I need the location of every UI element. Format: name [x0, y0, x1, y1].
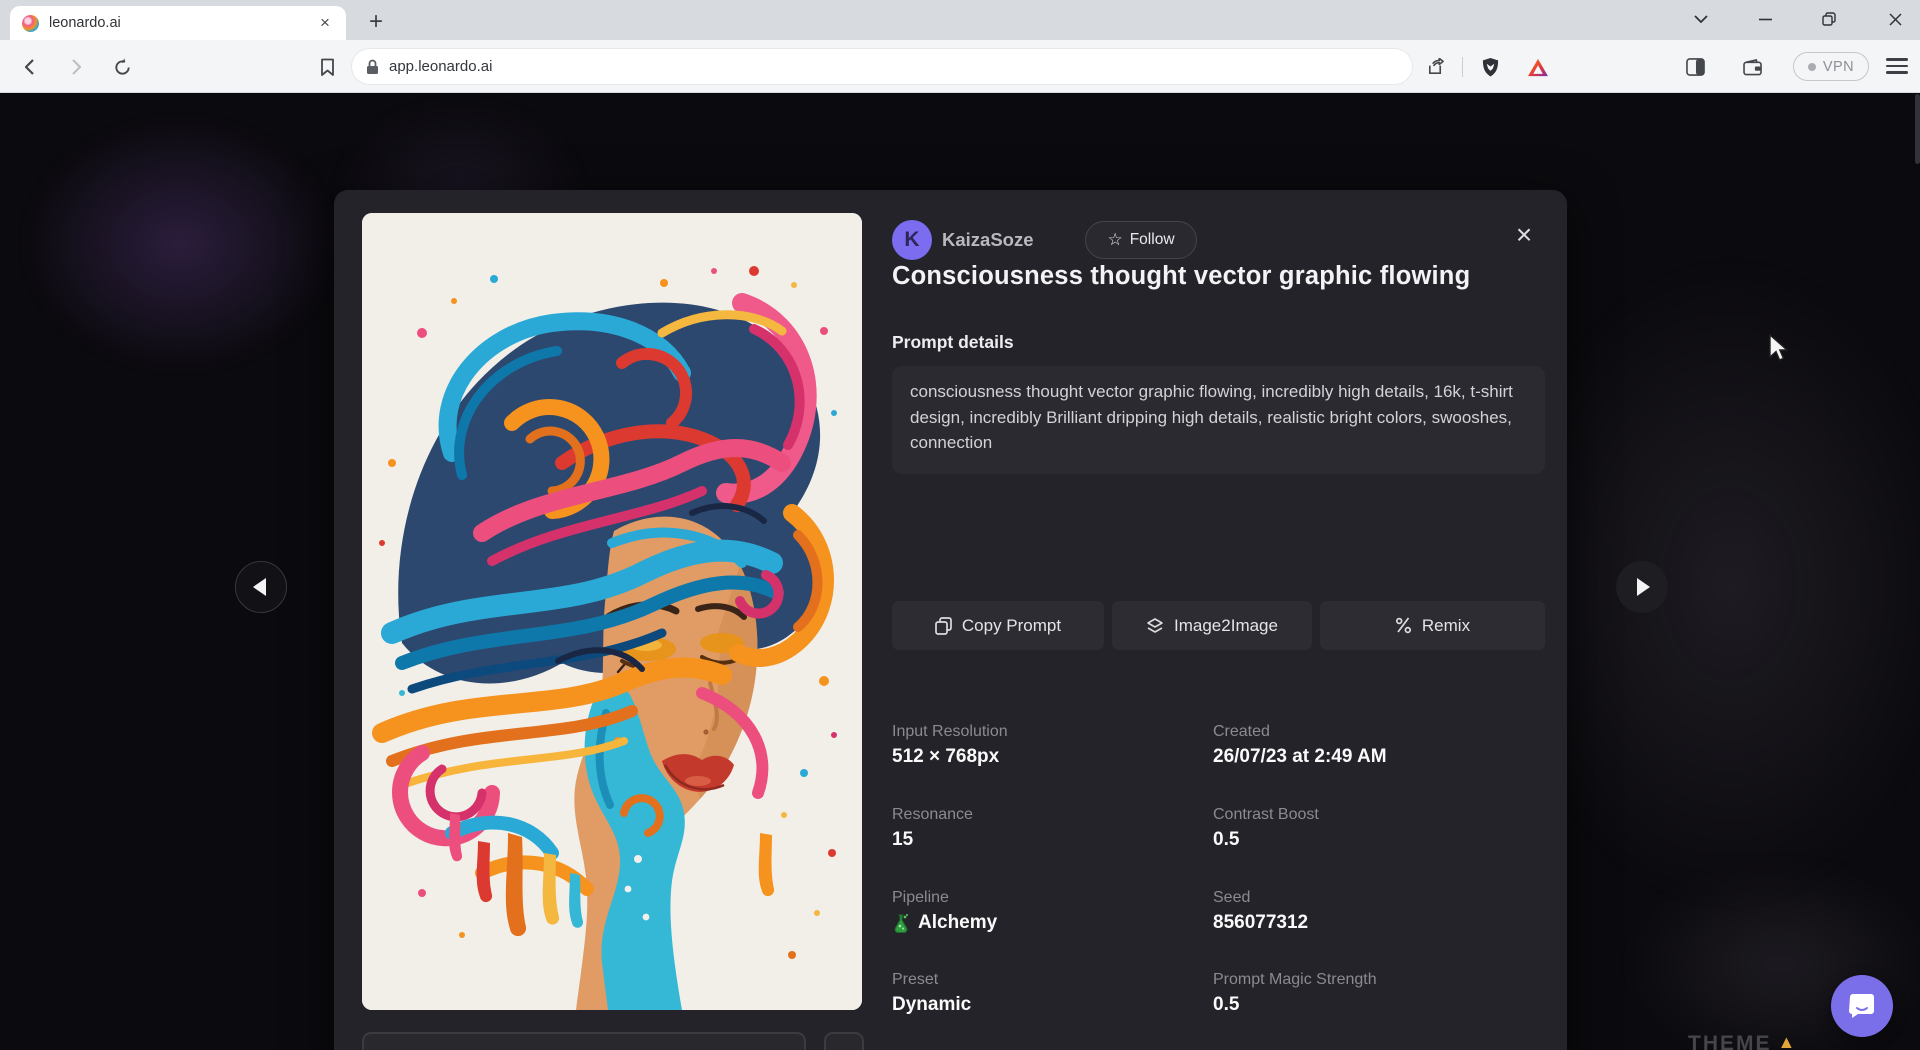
vpn-status-dot	[1808, 63, 1816, 71]
modal-close-icon[interactable]: ×	[1506, 218, 1542, 254]
copy-icon	[935, 617, 952, 635]
share-icon[interactable]	[1421, 53, 1449, 81]
star-icon: ☆	[1107, 230, 1122, 250]
tab-title: leonardo.ai	[49, 15, 316, 31]
reload-button[interactable]	[108, 53, 136, 81]
tab-search-chevron-icon[interactable]	[1678, 0, 1724, 38]
browser-menu-icon[interactable]	[1886, 55, 1908, 77]
detail-seed: Seed856077312	[1213, 889, 1513, 934]
vpn-button[interactable]: VPN	[1793, 52, 1869, 81]
support-chat-button[interactable]	[1831, 975, 1893, 1037]
chat-bubble-icon	[1847, 991, 1877, 1021]
copy-prompt-label: Copy Prompt	[962, 616, 1061, 636]
page-scrollbar[interactable]	[1915, 94, 1920, 164]
generated-artwork-image[interactable]	[362, 213, 862, 1010]
copy-prompt-button[interactable]: Copy Prompt	[892, 601, 1104, 650]
remix-icon	[1395, 617, 1412, 634]
image2image-label: Image2Image	[1174, 616, 1278, 636]
previous-image-button[interactable]	[235, 561, 287, 613]
bat-triangle-icon[interactable]	[1524, 53, 1552, 81]
forward-button[interactable]	[62, 53, 90, 81]
image-toolbar-strip[interactable]	[362, 1032, 806, 1050]
tab-close-icon[interactable]: ×	[316, 14, 334, 32]
detail-input-resolution: Input Resolution512 × 768px	[892, 723, 1192, 768]
window-restore-button[interactable]	[1806, 0, 1852, 38]
bookmark-icon[interactable]	[313, 53, 341, 81]
site-lock-icon	[366, 59, 379, 75]
generation-title: Consciousness thought vector graphic flo…	[892, 262, 1552, 291]
alchemy-flask-icon	[892, 913, 910, 933]
sidebar-toggle-icon[interactable]	[1681, 53, 1709, 81]
detail-preset: PresetDynamic	[892, 971, 1192, 1016]
back-button[interactable]	[16, 53, 44, 81]
detail-resonance: Resonance15	[892, 806, 1192, 851]
remix-button[interactable]: Remix	[1320, 601, 1545, 650]
detail-contrast-boost: Contrast Boost0.5	[1213, 806, 1513, 851]
follow-label: Follow	[1130, 231, 1175, 249]
video-watermark: THEME ▲	[1688, 1032, 1797, 1050]
browser-toolbar: app.leonardo.ai	[0, 40, 1920, 93]
new-tab-button[interactable]: +	[362, 9, 390, 37]
arrow-left-icon	[253, 578, 266, 596]
prompt-text-box[interactable]: consciousness thought vector graphic flo…	[892, 366, 1545, 474]
toolbar-separator	[1462, 57, 1463, 77]
browser-tab[interactable]: leonardo.ai ×	[10, 6, 346, 40]
detail-created: Created26/07/23 at 2:49 AM	[1213, 723, 1513, 768]
avatar-letter: K	[904, 228, 919, 252]
layers-icon	[1146, 617, 1164, 635]
arrow-right-icon	[1637, 578, 1650, 596]
follow-button[interactable]: ☆ Follow	[1085, 221, 1197, 259]
image2image-button[interactable]: Image2Image	[1112, 601, 1312, 650]
vpn-label: VPN	[1823, 59, 1854, 75]
remix-label: Remix	[1422, 616, 1470, 636]
image-toolbar-button[interactable]	[824, 1032, 864, 1050]
detail-pipeline: Pipeline Alchemy	[892, 889, 1192, 934]
user-name[interactable]: KaizaSoze	[942, 220, 1034, 260]
wallet-icon[interactable]	[1739, 53, 1767, 81]
user-avatar[interactable]: K	[892, 220, 932, 260]
generation-detail-modal: K KaizaSoze ☆ Follow × Consciousness tho…	[334, 190, 1567, 1050]
mouse-cursor	[1768, 334, 1790, 369]
next-image-button[interactable]	[1616, 561, 1668, 613]
address-bar[interactable]: app.leonardo.ai	[352, 49, 1412, 84]
spark-icon: ▲	[1778, 1032, 1798, 1050]
browser-tabstrip: leonardo.ai × +	[0, 0, 1920, 40]
window-close-button[interactable]	[1872, 0, 1918, 38]
prompt-details-heading: Prompt details	[892, 332, 1014, 353]
brave-shield-icon[interactable]	[1476, 53, 1504, 81]
detail-prompt-magic-strength: Prompt Magic Strength0.5	[1213, 971, 1513, 1016]
leonardo-favicon-icon	[22, 15, 39, 32]
url-text: app.leonardo.ai	[389, 58, 492, 75]
leonardo-page-background: K KaizaSoze ☆ Follow × Consciousness tho…	[0, 94, 1920, 1050]
window-minimize-button[interactable]	[1742, 0, 1788, 38]
